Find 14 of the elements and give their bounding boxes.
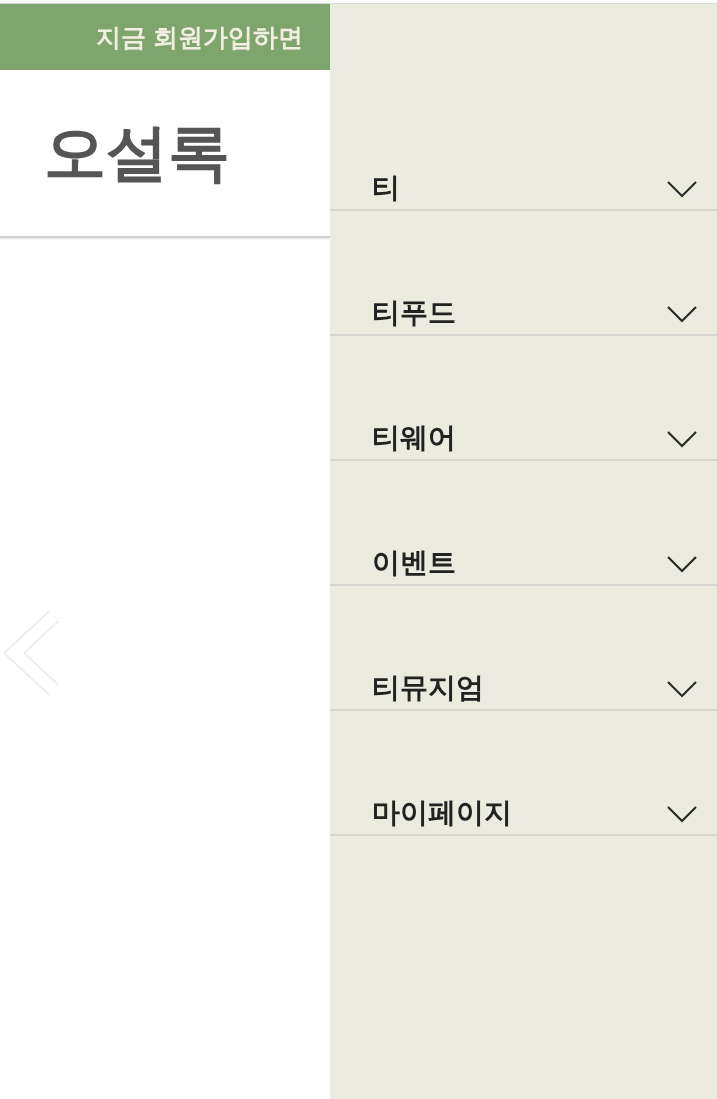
menu-item[interactable]: 티웨어	[372, 424, 456, 452]
chevron-down-icon[interactable]	[667, 556, 697, 573]
promo-banner-text: 지금 회원가입하면	[96, 24, 303, 50]
menu-item[interactable]: 마이페이지	[372, 799, 512, 827]
chevron-down-icon[interactable]	[667, 181, 697, 198]
menu-item[interactable]: 이벤트	[372, 549, 456, 577]
chevron-down-icon[interactable]	[667, 431, 697, 448]
menu-item[interactable]: 티	[372, 174, 400, 202]
chevron-down-icon[interactable]	[667, 806, 697, 823]
menu-item[interactable]: 티뮤지엄	[372, 674, 484, 702]
menu-item[interactable]: 티푸드	[372, 299, 456, 327]
chevron-down-icon[interactable]	[667, 681, 697, 698]
brand-logo[interactable]: 오설록	[44, 122, 230, 184]
chevron-down-icon[interactable]	[667, 306, 697, 323]
